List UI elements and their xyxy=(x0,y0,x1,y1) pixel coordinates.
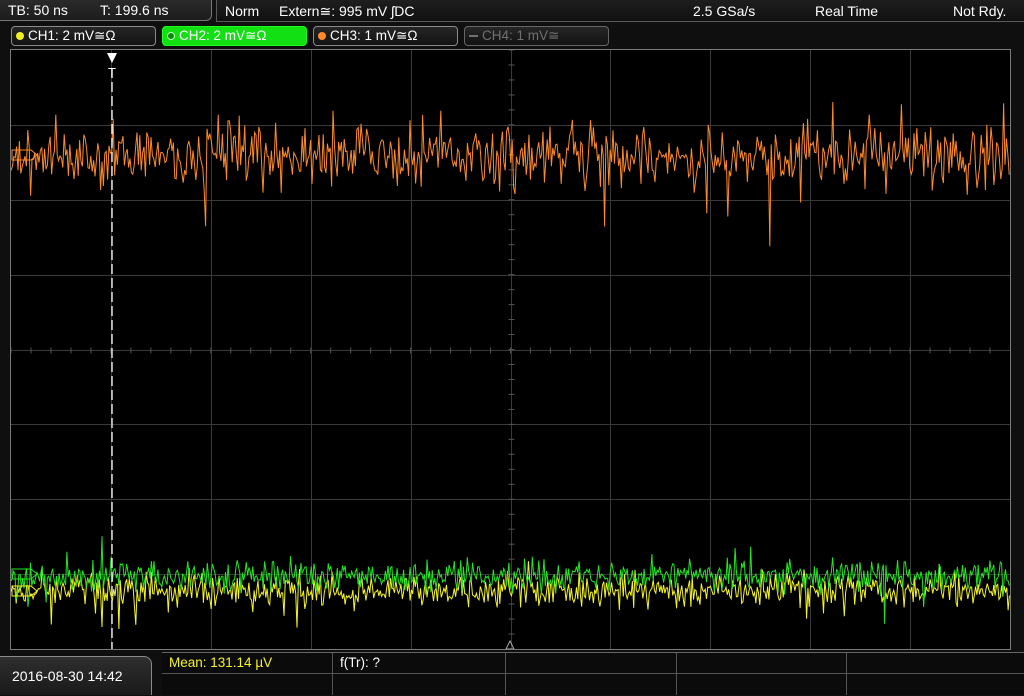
tab-ch3-label: CH3: 1 mV≅Ω xyxy=(330,28,418,43)
tab-ch4[interactable]: CH4: 1 mV≅ xyxy=(464,26,609,46)
acquisition-info[interactable]: Norm Extern≅: 995 mV ʃDC 2.5 GSa/s Real … xyxy=(216,0,1024,22)
ch3-trace xyxy=(11,101,1010,247)
timebase-value: TB: 50 ns xyxy=(8,2,68,18)
trigger-position-icon xyxy=(107,53,117,63)
tab-ch2[interactable]: CH2: 2 mV≅Ω xyxy=(162,26,307,46)
channel-tabs: CH1: 2 mV≅Ω CH2: 2 mV≅Ω CH3: 1 mV≅Ω CH4:… xyxy=(0,26,1024,48)
tab-ch2-label: CH2: 2 mV≅Ω xyxy=(179,28,267,43)
ch1-dot-icon xyxy=(16,32,24,40)
waveform-display[interactable]: T xyxy=(10,49,1011,650)
datetime-value: 2016-08-30 14:42 xyxy=(12,668,123,684)
sample-rate: 2.5 GSa/s xyxy=(693,3,756,19)
graticule-svg: T xyxy=(11,50,1010,649)
top-status-bar: TB: 50 ns T: 199.6 ns Norm Extern≅: 995 … xyxy=(0,0,1024,23)
ch3-dot-icon xyxy=(318,32,326,40)
ch2-dot-icon xyxy=(167,32,175,40)
acquisition-status: Not Rdy. xyxy=(953,3,1007,19)
tab-ch4-label: CH4: 1 mV≅ xyxy=(482,28,560,43)
trigger-mode: Norm xyxy=(225,3,260,19)
measurement-frequency: f(Tr): ? xyxy=(340,655,380,670)
timebase-box[interactable]: TB: 50 ns T: 199.6 ns xyxy=(0,0,212,21)
tab-ch1-label: CH1: 2 mV≅Ω xyxy=(28,28,116,43)
trigger-source: Extern≅: 995 mV ʃDC xyxy=(279,3,415,19)
ch4-dash-icon xyxy=(469,35,478,37)
trigger-time-value: T: 199.6 ns xyxy=(100,2,169,18)
measurement-bar[interactable]: Mean: 131.14 µV f(Tr): ? xyxy=(162,652,1024,695)
tab-ch3[interactable]: CH3: 1 mV≅Ω xyxy=(313,26,458,46)
ch2-trace xyxy=(11,536,1010,624)
acquisition-mode: Real Time xyxy=(815,3,879,19)
measurement-divider xyxy=(846,653,847,695)
horizontal-position-icon xyxy=(505,639,515,649)
tab-ch1[interactable]: CH1: 2 mV≅Ω xyxy=(11,26,156,46)
measurement-divider xyxy=(505,653,506,695)
measurement-divider xyxy=(332,653,333,695)
measurement-divider xyxy=(162,673,1024,674)
datetime-box: 2016-08-30 14:42 xyxy=(0,656,152,695)
measurement-mean: Mean: 131.14 µV xyxy=(169,655,273,670)
measurement-divider xyxy=(676,653,677,695)
trigger-marker-label: T xyxy=(108,65,116,80)
graticule-center-axes xyxy=(11,50,991,635)
